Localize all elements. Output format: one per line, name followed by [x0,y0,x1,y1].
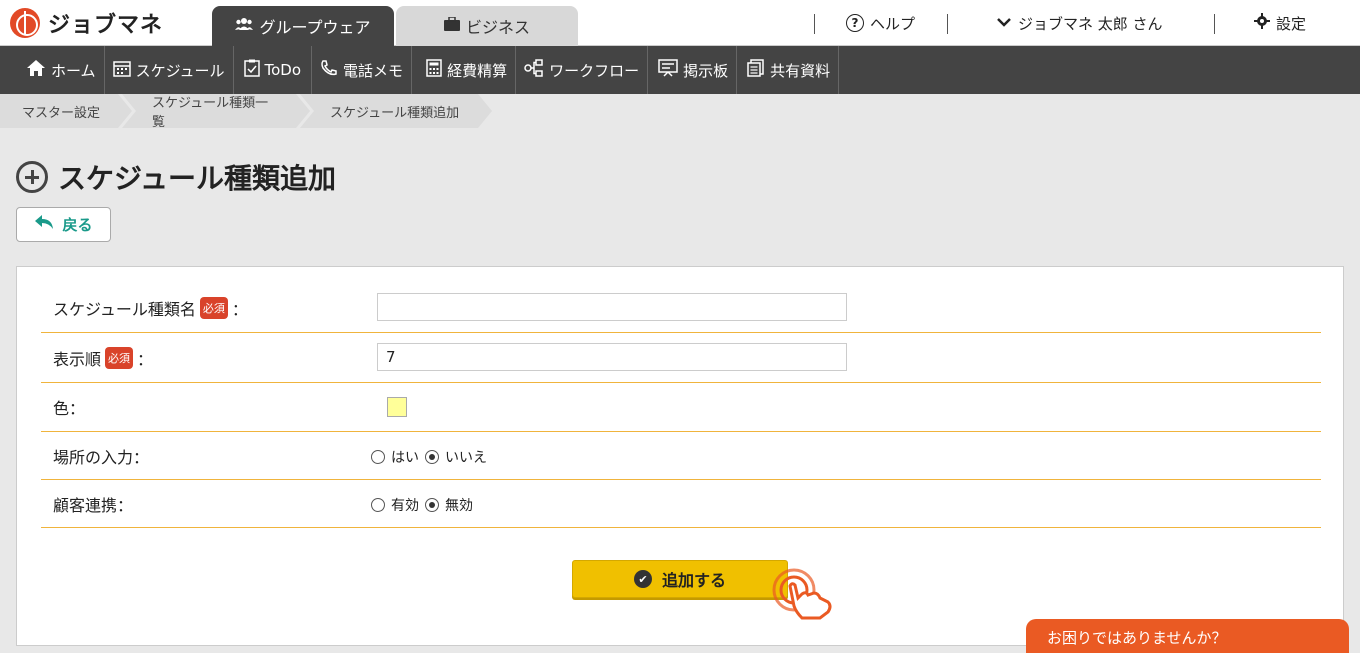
briefcase-icon [443,16,460,35]
logo-mark-icon [10,8,40,38]
display-order-field [377,343,847,371]
breadcrumb-schedule-type-list[interactable]: スケジュール種類一覧 [122,94,314,130]
user-name: ジョブマネ 太郎 さん [1018,14,1163,33]
nav-board[interactable]: 掲示板 [648,46,738,94]
row-display-order: 表示順 必須 ： [41,333,1321,383]
nav-phone-memo[interactable]: 電話メモ [312,46,413,94]
customer-disabled-label[interactable]: 無効 [445,495,473,515]
calculator-icon [426,59,442,81]
schedule-type-name-input[interactable] [377,293,847,321]
back-button[interactable]: 戻る [16,207,111,242]
breadcrumb: マスター設定 スケジュール種類一覧 スケジュール種類追加 [0,94,496,130]
tab-business[interactable]: ビジネス [396,6,578,46]
nav-expense[interactable]: 経費精算 [412,46,517,94]
users-icon [235,17,254,35]
help-label: ヘルプ [870,14,916,33]
help-link[interactable]: ? ヘルプ [846,0,915,46]
nav-home-label: ホーム [51,61,96,80]
nav-todo-label: ToDo [264,61,302,79]
add-submit-button[interactable]: ✔ 追加する [572,560,788,598]
phone-icon [320,59,338,81]
home-icon [26,59,46,81]
location-no-label[interactable]: いいえ [445,447,487,467]
user-menu[interactable]: ジョブマネ 太郎 さん [996,0,1163,46]
nav-home[interactable]: ホーム [0,46,105,94]
nav-todo[interactable]: ToDo [234,46,313,94]
color-swatch[interactable] [387,397,407,417]
tab-groupware-label: グループウェア [259,18,371,37]
nav-schedule-label: スケジュール [135,61,225,80]
nav-workflow[interactable]: ワークフロー [516,46,649,94]
customer-enabled-label[interactable]: 有効 [391,495,419,515]
nav-expense-label: 経費精算 [447,61,508,80]
page-title: スケジュール種類追加 [16,158,336,196]
location-no-radio[interactable] [425,450,439,464]
settings-label: 設定 [1276,14,1307,33]
clipboard-check-icon [243,59,260,81]
nav-shared-docs-label: 共有資料 [770,61,831,80]
app-name: ジョブマネ [48,13,164,38]
row-color: 色： [41,383,1321,432]
location-input-label: 場所の入力： [53,447,150,467]
top-header: ジョブマネ グループウェア ビジネス ? ヘルプ ジョブマネ 太郎 さん 設定 [0,0,1360,46]
gear-icon [1254,13,1270,33]
location-yes-radio[interactable] [371,450,385,464]
color-field [377,397,407,417]
nav-workflow-label: ワークフロー [549,61,640,80]
location-input-field: はい いいえ [371,447,487,467]
nav-phone-memo-label: 電話メモ [343,61,404,80]
header-divider [947,14,948,34]
header-divider [814,14,815,34]
page-title-text: スケジュール種類追加 [58,162,337,195]
schedule-type-name-label: スケジュール種類名 必須 ： [53,296,248,320]
breadcrumb-master-settings[interactable]: マスター設定 [0,94,136,128]
chevron-down-icon [996,14,1012,32]
help-icon: ? [846,14,864,32]
tap-hand-icon [770,566,834,622]
nav-board-label: 掲示板 [683,61,729,80]
location-yes-label[interactable]: はい [391,447,419,467]
breadcrumb-current: スケジュール種類追加 [300,94,496,128]
customer-link-label: 顧客連携： [53,495,134,515]
customer-radio-group: 有効 無効 [371,495,473,515]
display-order-input[interactable] [377,343,847,371]
tab-business-label: ビジネス [465,18,530,37]
plus-circle-icon [16,161,48,193]
required-badge: 必須 [105,346,134,369]
row-location-input: 場所の入力： はい いいえ [41,432,1321,480]
check-circle-icon: ✔ [633,570,652,588]
display-order-label: 表示順 必須 ： [53,346,153,370]
nav-schedule[interactable]: スケジュール [105,46,234,94]
schedule-type-name-field [377,293,847,321]
customer-link-field: 有効 無効 [371,495,473,515]
required-badge: 必須 [199,296,228,319]
workflow-icon [524,59,544,81]
settings-link[interactable]: 設定 [1254,0,1306,46]
color-label: 色： [53,399,86,418]
board-icon [658,59,678,81]
customer-enabled-radio[interactable] [371,498,385,512]
calendar-icon [112,59,131,81]
reply-arrow-icon [34,214,54,235]
support-chat-button[interactable]: お困りではありませんか？ [1026,619,1349,653]
location-radio-group: はい いいえ [371,447,487,467]
row-schedule-type-name: スケジュール種類名 必須 ： [41,283,1321,333]
back-button-label: 戻る [62,216,93,234]
tab-groupware[interactable]: グループウェア [212,6,394,46]
header-divider [1214,14,1215,34]
row-customer-link: 顧客連携： 有効 無効 [41,480,1321,528]
documents-icon [747,59,765,81]
app-logo[interactable]: ジョブマネ [10,8,163,38]
nav-shared-docs[interactable]: 共有資料 [737,46,840,94]
main-nav: ホーム スケジュール ToDo 電話メモ 経費精算 ワークフロー 掲示板 共有資… [0,46,1360,94]
customer-disabled-radio[interactable] [425,498,439,512]
add-submit-label: 追加する [661,571,726,590]
